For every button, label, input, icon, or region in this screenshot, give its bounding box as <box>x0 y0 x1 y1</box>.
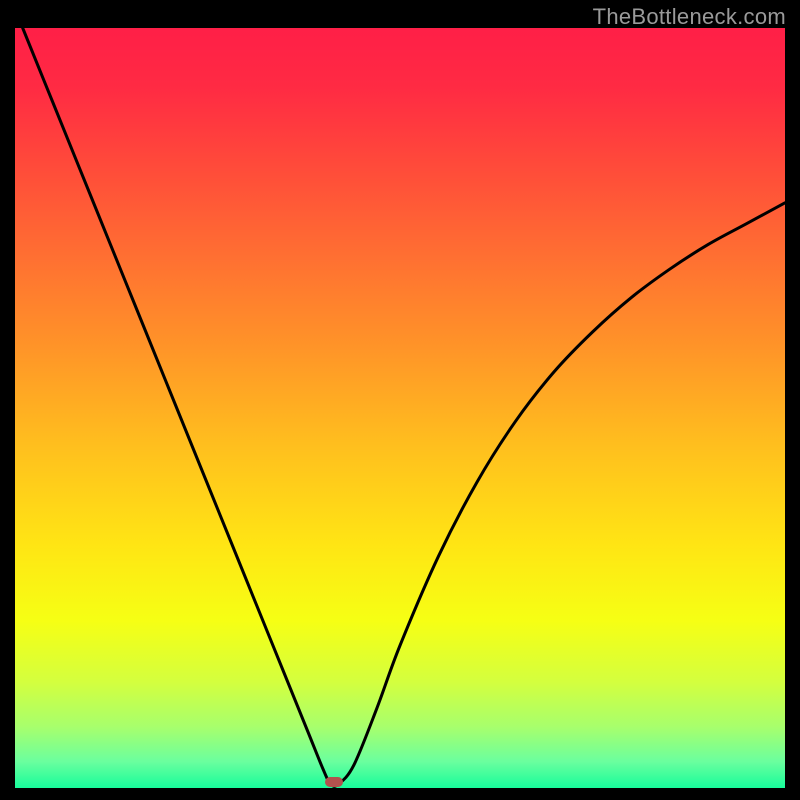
chart-background-gradient <box>0 0 800 800</box>
watermark-text: TheBottleneck.com <box>593 4 786 30</box>
bottleneck-marker <box>325 777 343 787</box>
